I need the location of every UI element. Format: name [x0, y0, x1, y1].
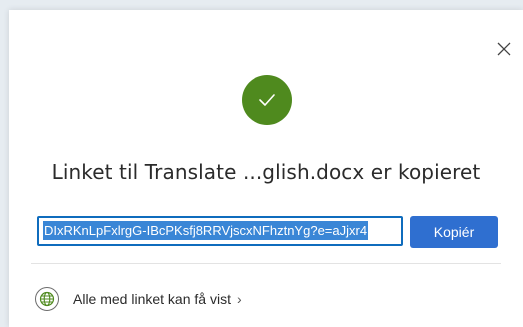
globe-icon — [35, 287, 59, 311]
permission-label: Alle med linket kan få vist — [73, 291, 231, 307]
close-button[interactable] — [493, 38, 515, 60]
chevron-right-icon: › — [236, 291, 242, 307]
copy-button[interactable]: Kopiér — [410, 216, 498, 248]
link-row: DIxRKnLpFxlrgG-IBcPKsfj8RRVjscxNFhztnYg?… — [37, 216, 498, 250]
share-link-dialog: Linket til Translate ...glish.docx er ko… — [9, 10, 523, 327]
divider — [31, 263, 501, 264]
dialog-title: Linket til Translate ...glish.docx er ko… — [51, 160, 481, 184]
close-icon — [497, 42, 511, 56]
share-link-field[interactable]: DIxRKnLpFxlrgG-IBcPKsfj8RRVjscxNFhztnYg?… — [37, 216, 403, 246]
link-permission-setting[interactable]: Alle med linket kan få vist › — [35, 286, 242, 312]
success-badge — [242, 75, 292, 125]
checkmark-icon — [259, 94, 275, 106]
share-link-value: DIxRKnLpFxlrgG-IBcPKsfj8RRVjscxNFhztnYg?… — [43, 221, 369, 240]
